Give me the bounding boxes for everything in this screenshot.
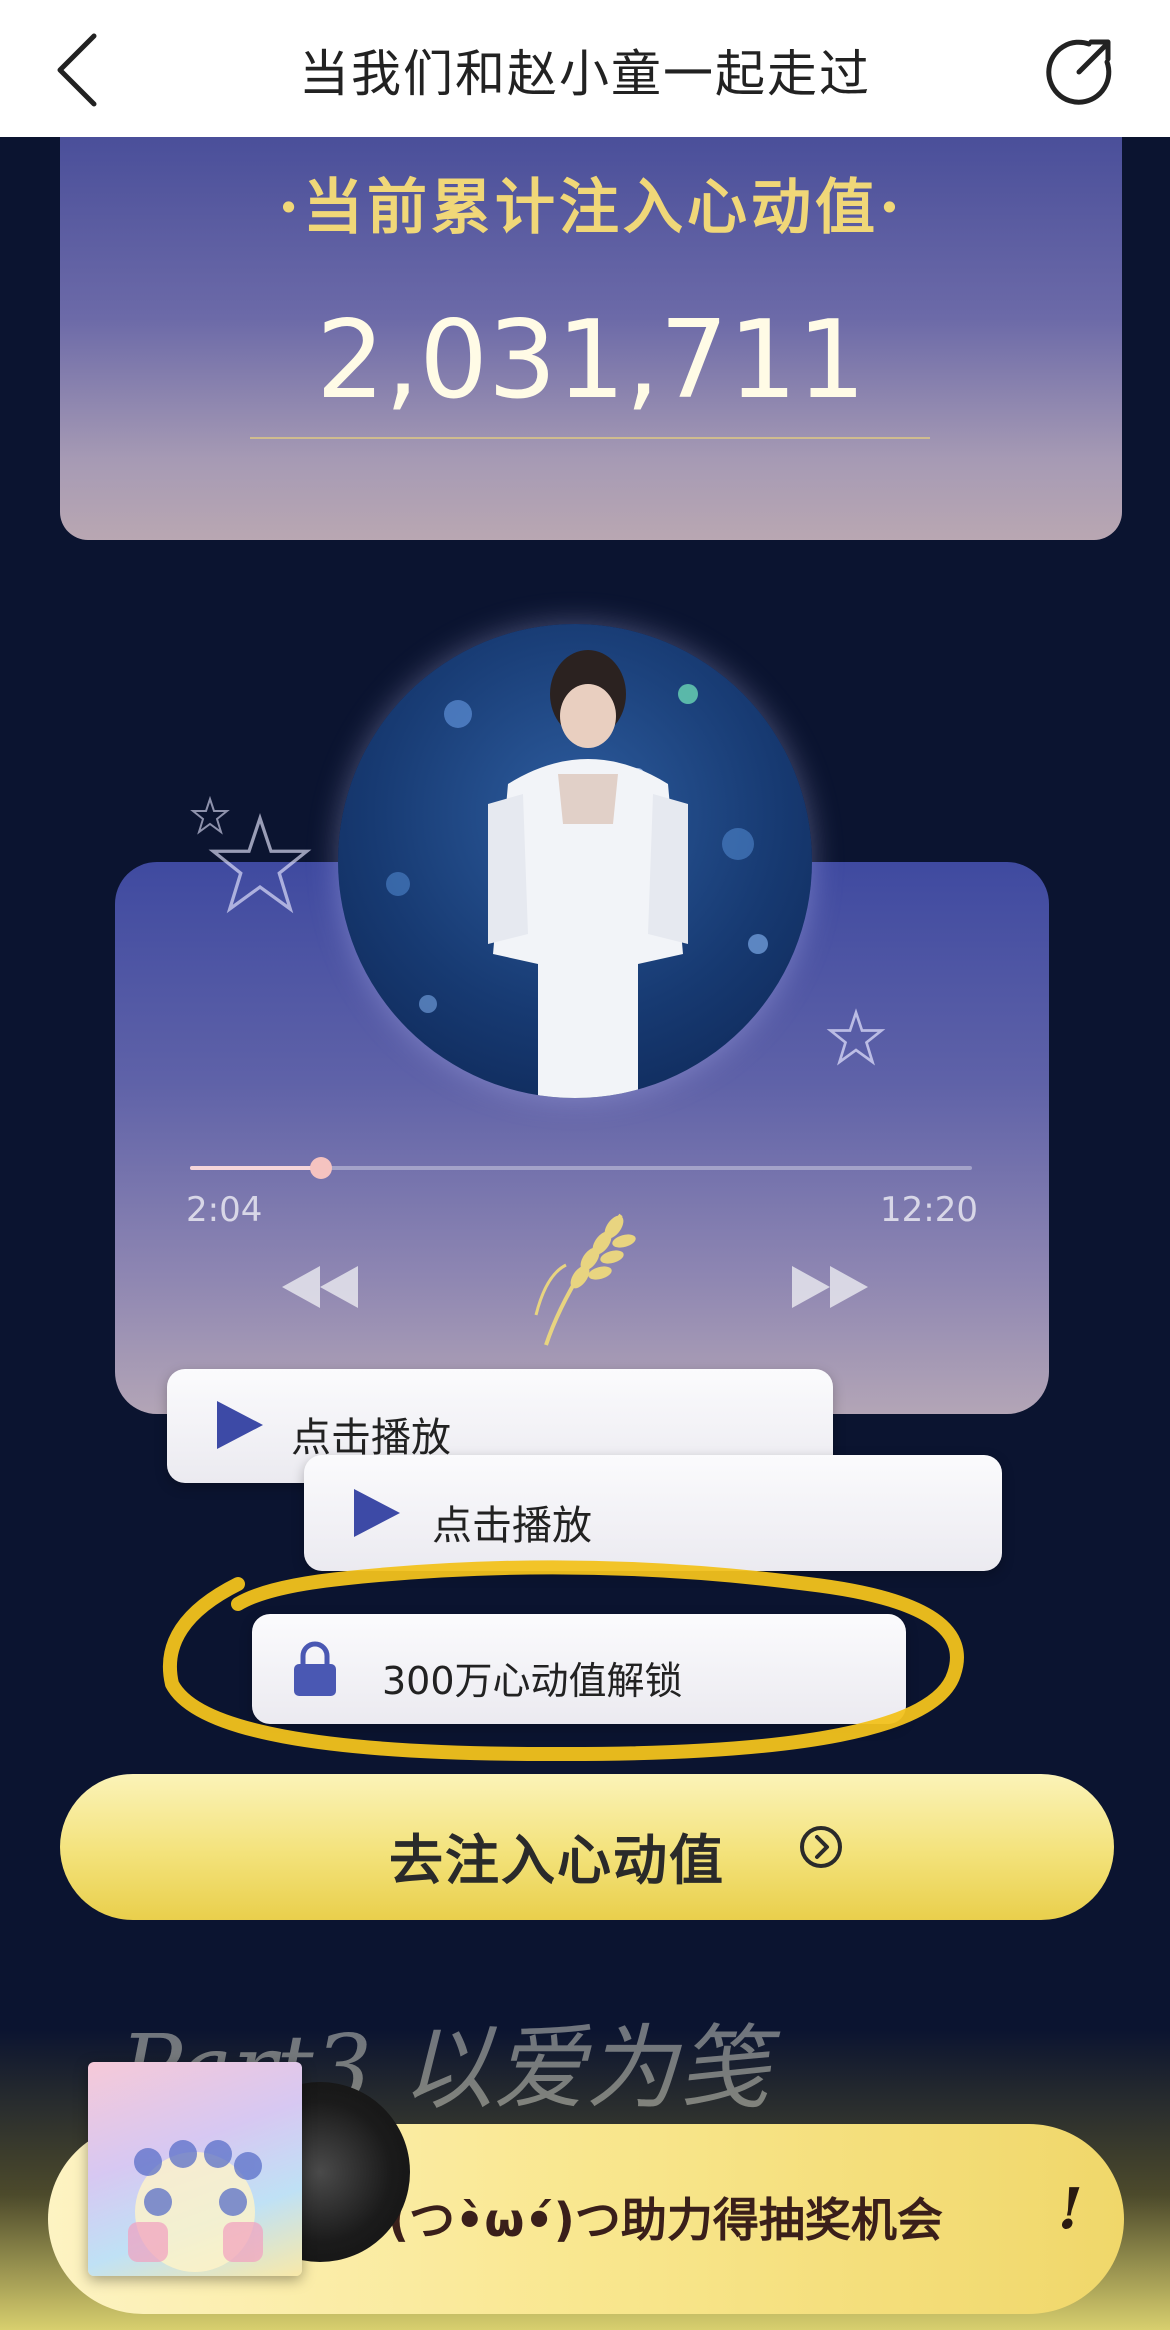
total-time: 12:20 — [880, 1190, 978, 1230]
play-icon — [217, 1401, 263, 1449]
singer-photo — [338, 624, 812, 1098]
album-cover-illustration — [128, 2140, 263, 2272]
cta-label: 去注入心动值 — [389, 1829, 725, 1892]
play-item-label: 点击播放 — [432, 1503, 592, 1549]
singer-photo-illustration — [386, 650, 768, 1098]
value-underline — [250, 437, 930, 439]
star-icon — [826, 1008, 886, 1066]
play-icon — [354, 1489, 400, 1537]
rewind-icon[interactable] — [278, 1262, 362, 1312]
top-nav-bar: 当我们和赵小童一起走过 — [0, 0, 1170, 137]
progress-handle[interactable] — [310, 1157, 332, 1179]
album-cover[interactable] — [88, 2062, 302, 2276]
heart-value-label: ·当前累计注入心动值· — [278, 173, 904, 243]
chevron-right-circle-icon — [800, 1826, 842, 1868]
star-icon — [208, 813, 312, 914]
heart-value-card: ·当前累计注入心动值· 2,031,711 — [60, 137, 1122, 540]
current-time: 2:04 — [186, 1190, 263, 1230]
heart-value-total: 2,031,711 — [316, 298, 866, 423]
progress-fill — [190, 1166, 321, 1170]
lottery-banner-label: (つ•̀ω•́)つ助力得抽奖机会 — [388, 2193, 943, 2247]
wheat-logo-icon[interactable] — [526, 1205, 636, 1355]
page-title: 当我们和赵小童一起走过 — [299, 45, 871, 103]
lottery-banner-exclaim: ! — [1058, 2176, 1083, 2242]
inject-heart-value-button[interactable]: 去注入心动值 — [60, 1774, 1114, 1920]
fast-forward-icon[interactable] — [788, 1262, 872, 1312]
highlight-circle-annotation — [162, 1560, 964, 1762]
share-icon[interactable] — [1045, 36, 1115, 106]
